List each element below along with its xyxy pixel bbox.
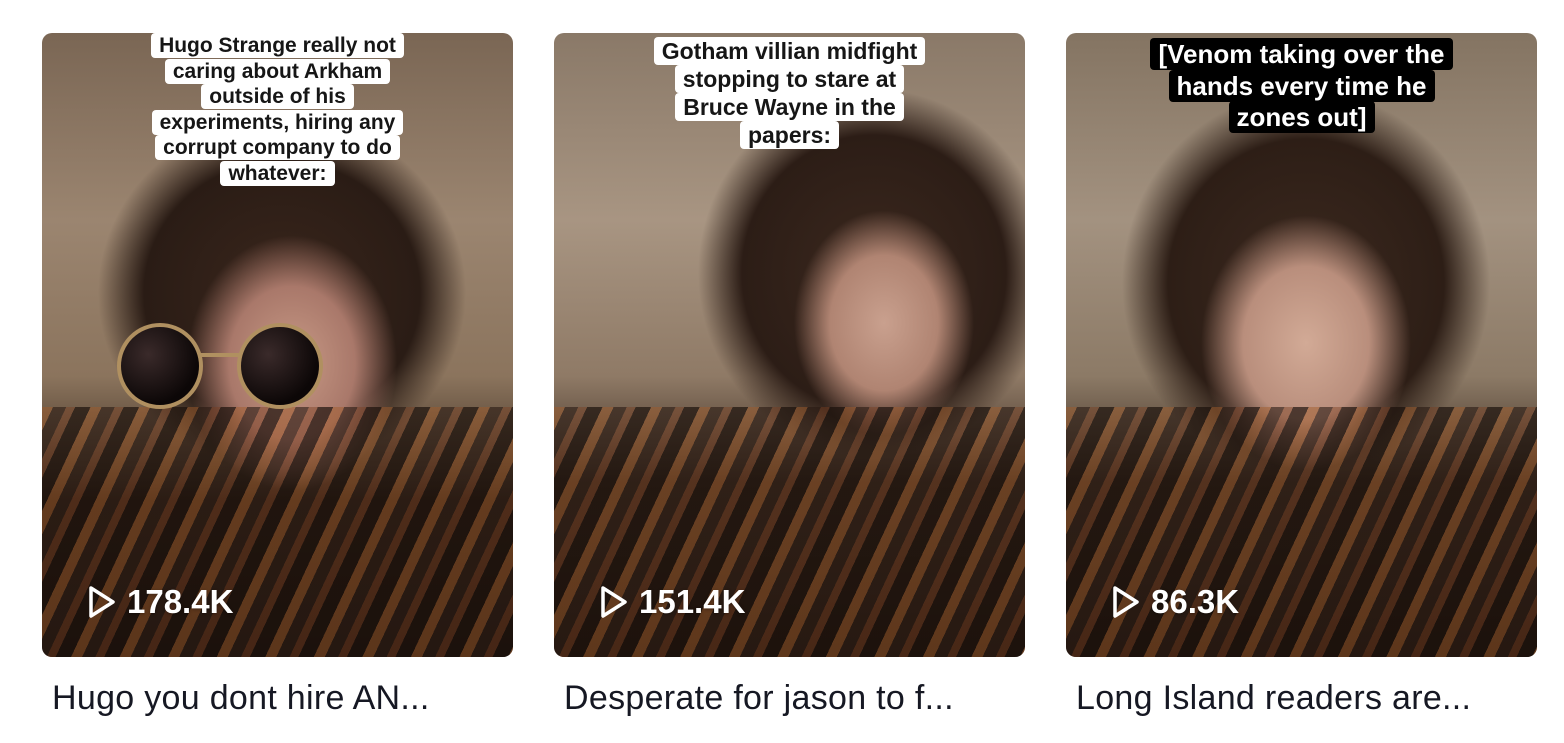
video-overlay-caption: Gotham villian midfight stopping to star… <box>625 37 955 150</box>
video-thumbnail[interactable]: Hugo Strange really not caring about Ark… <box>42 33 513 657</box>
video-thumbnail[interactable]: Gotham villian midfight stopping to star… <box>554 33 1025 657</box>
video-grid: Hugo Strange really not caring about Ark… <box>0 0 1564 743</box>
video-thumbnail[interactable]: [Venom taking over the hands every time … <box>1066 33 1537 657</box>
sunglasses-graphic <box>117 323 327 409</box>
play-outline-icon <box>1113 586 1139 618</box>
video-overlay-caption: [Venom taking over the hands every time … <box>1132 38 1472 134</box>
video-title[interactable]: Desperate for jason to f... <box>564 679 1019 718</box>
video-title[interactable]: Long Island readers are... <box>1076 679 1531 718</box>
video-card[interactable]: Hugo Strange really not caring about Ark… <box>42 33 513 723</box>
video-card[interactable]: [Venom taking over the hands every time … <box>1066 33 1537 723</box>
play-outline-icon <box>601 586 627 618</box>
view-count-value: 178.4K <box>127 583 234 620</box>
video-title[interactable]: Hugo you dont hire AN... <box>52 679 507 718</box>
view-count: 86.3K <box>1111 583 1239 621</box>
video-card[interactable]: Gotham villian midfight stopping to star… <box>554 33 1025 723</box>
view-count: 151.4K <box>599 583 745 621</box>
play-outline-icon <box>89 586 115 618</box>
video-overlay-caption: Hugo Strange really not caring about Ark… <box>128 33 428 187</box>
view-count: 178.4K <box>87 583 233 621</box>
view-count-value: 86.3K <box>1151 583 1240 620</box>
view-count-value: 151.4K <box>639 583 746 620</box>
